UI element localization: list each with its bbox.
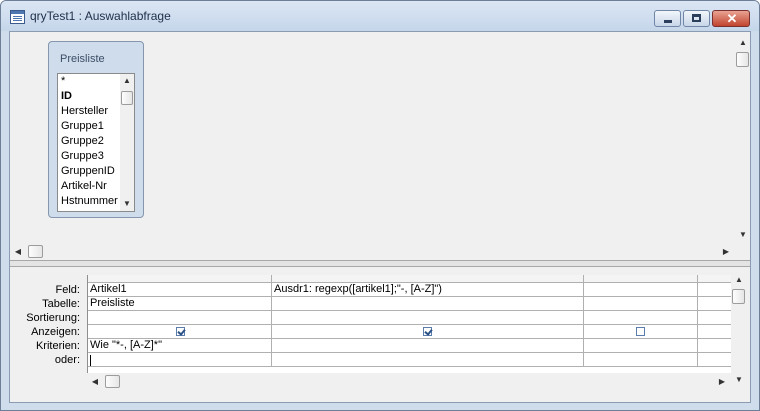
scroll-thumb[interactable] [121, 91, 133, 105]
minimize-button[interactable] [654, 10, 681, 27]
show-checkbox-col1[interactable] [176, 327, 185, 336]
pane-splitter[interactable] [10, 260, 750, 267]
scroll-thumb[interactable] [732, 289, 745, 304]
cell-tabelle-col3[interactable] [584, 297, 698, 311]
scroll-thumb[interactable] [105, 375, 120, 388]
maximize-button[interactable] [683, 10, 710, 27]
table-pane-horizontal-scrollbar[interactable]: ◀ ▶ [10, 244, 735, 259]
scroll-left-icon[interactable]: ◀ [89, 377, 101, 387]
maximize-icon [692, 14, 701, 22]
scroll-up-icon[interactable]: ▲ [121, 76, 133, 86]
column-selector[interactable] [272, 275, 584, 283]
close-button[interactable]: ✕ [712, 10, 750, 27]
cell-oder-col2[interactable] [272, 353, 584, 367]
column-selector[interactable] [584, 275, 698, 283]
cell-anzeigen-col2 [272, 325, 584, 339]
cell-sortierung-col1[interactable] [88, 311, 272, 325]
cell-sortierung-col4[interactable] [698, 311, 732, 325]
cell-anzeigen-col1 [88, 325, 272, 339]
cell-sortierung-col2[interactable] [272, 311, 584, 325]
text-cursor [90, 355, 91, 366]
row-label-kriterien: Kriterien: [35, 340, 80, 352]
table-box-preisliste[interactable]: Preisliste * ID Hersteller Gruppe1 Grupp… [48, 41, 144, 218]
grid-vertical-scrollbar[interactable]: ▲ ▼ [731, 271, 746, 387]
show-checkbox-col2[interactable] [423, 327, 432, 336]
design-grid-pane[interactable]: Feld: Tabelle: Sortierung: Anzeigen: Kri… [10, 267, 750, 402]
field-item[interactable]: ID [61, 89, 118, 104]
cell-oder-col1[interactable] [88, 353, 272, 367]
query-icon [10, 10, 25, 24]
column-selector[interactable] [698, 275, 732, 283]
row-label-oder: oder: [54, 354, 80, 366]
query-window: qryTest1 : Auswahlabfrage ✕ Preisliste *… [0, 0, 760, 411]
field-item[interactable]: Hstnummer [61, 194, 118, 209]
scroll-down-icon[interactable]: ▼ [737, 230, 749, 240]
row-label-sortierung: Sortierung: [26, 312, 80, 324]
close-icon: ✕ [726, 11, 738, 26]
scroll-up-icon[interactable]: ▲ [737, 38, 749, 48]
row-label-anzeigen: Anzeigen: [31, 326, 80, 338]
row-label-feld: Feld: [55, 284, 80, 296]
field-item[interactable]: GruppenID [61, 164, 118, 179]
cell-kriterien-col2[interactable] [272, 339, 584, 353]
cell-anzeigen-col4[interactable] [698, 325, 732, 339]
query-design-area: Preisliste * ID Hersteller Gruppe1 Grupp… [9, 31, 751, 403]
cell-tabelle-col1[interactable]: Preisliste [88, 297, 272, 311]
grid-horizontal-scrollbar[interactable]: ◀ ▶ [87, 374, 731, 389]
cell-tabelle-col4[interactable] [698, 297, 732, 311]
scroll-thumb[interactable] [736, 52, 749, 67]
cell-feld-col4[interactable] [698, 283, 732, 297]
scroll-right-icon[interactable]: ▶ [716, 377, 728, 387]
column-selector[interactable] [88, 275, 272, 283]
field-item[interactable]: Gruppe2 [61, 134, 118, 149]
cell-kriterien-col4[interactable] [698, 339, 732, 353]
field-list-scrollbar[interactable]: ▲ ▼ [120, 74, 134, 211]
cell-kriterien-col3[interactable] [584, 339, 698, 353]
cell-oder-col4[interactable] [698, 353, 732, 367]
scroll-right-icon[interactable]: ▶ [720, 247, 732, 257]
cell-feld-col2[interactable]: Ausdr1: regexp([artikel1];"-, [A-Z]") [272, 283, 584, 297]
window-title: qryTest1 : Auswahlabfrage [30, 9, 171, 23]
table-pane-vertical-scrollbar[interactable]: ▲ ▼ [735, 32, 750, 242]
design-grid[interactable]: Artikel1 Ausdr1: regexp([artikel1];"-, [… [87, 275, 732, 373]
table-box-title: Preisliste [60, 53, 105, 65]
scroll-down-icon[interactable]: ▼ [733, 375, 745, 385]
field-item[interactable]: Artikel-Nr [61, 179, 118, 194]
scroll-thumb[interactable] [28, 245, 43, 258]
field-item[interactable]: Gruppe1 [61, 119, 118, 134]
field-item[interactable]: Gruppe3 [61, 149, 118, 164]
cell-kriterien-col1[interactable]: Wie "*-, [A-Z]*" [88, 339, 272, 353]
cell-anzeigen-col3 [584, 325, 698, 339]
cell-tabelle-col2[interactable] [272, 297, 584, 311]
cell-feld-col1[interactable]: Artikel1 [88, 283, 272, 297]
row-label-tabelle: Tabelle: [42, 298, 80, 310]
field-item[interactable]: Hersteller [61, 104, 118, 119]
field-list[interactable]: * ID Hersteller Gruppe1 Gruppe2 Gruppe3 … [57, 73, 135, 212]
cell-sortierung-col3[interactable] [584, 311, 698, 325]
scroll-up-icon[interactable]: ▲ [733, 275, 745, 285]
scroll-left-icon[interactable]: ◀ [12, 247, 24, 257]
title-bar[interactable]: qryTest1 : Auswahlabfrage ✕ [1, 1, 759, 31]
field-item[interactable]: * [61, 74, 118, 89]
show-checkbox-col3[interactable] [636, 327, 645, 336]
cell-feld-col3[interactable] [584, 283, 698, 297]
minimize-icon [664, 20, 672, 23]
table-pane[interactable]: Preisliste * ID Hersteller Gruppe1 Grupp… [10, 32, 750, 260]
scroll-down-icon[interactable]: ▼ [121, 199, 133, 209]
cell-oder-col3[interactable] [584, 353, 698, 367]
